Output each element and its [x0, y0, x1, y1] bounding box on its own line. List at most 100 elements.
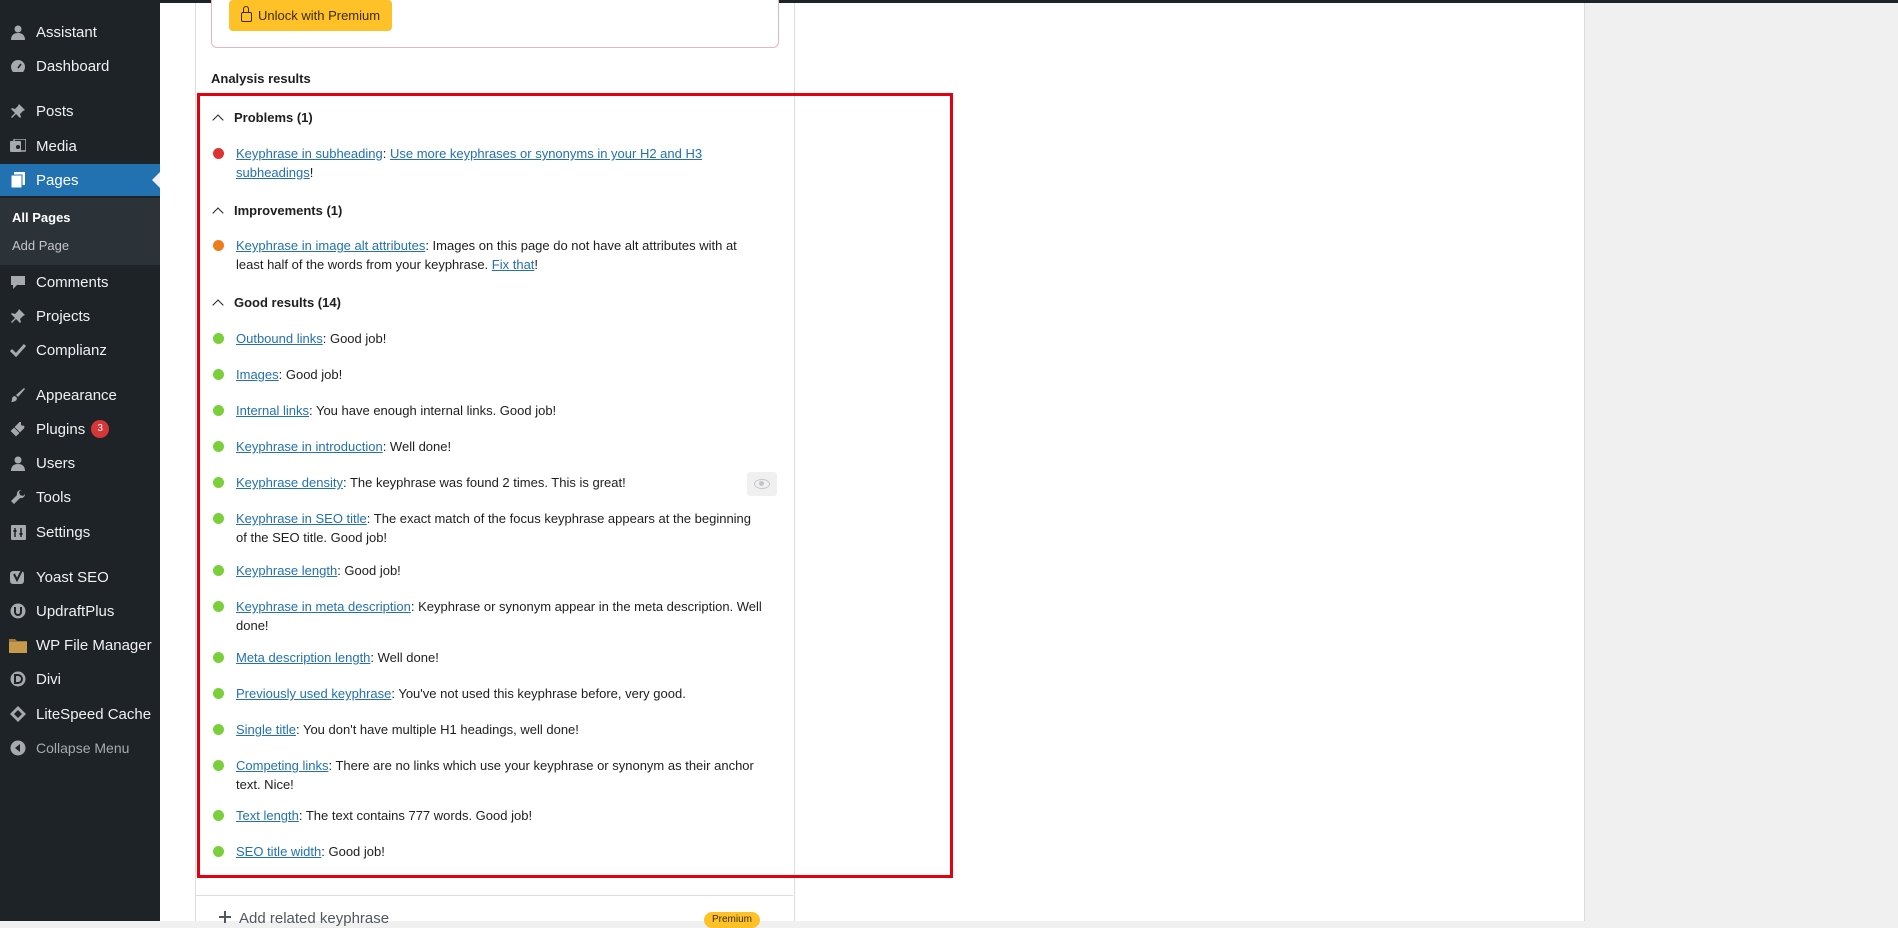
improvements-toggle[interactable]: Improvements (1)	[211, 203, 342, 219]
result-text: : Well done!	[370, 650, 439, 665]
sidebar-item-label: Settings	[36, 523, 91, 541]
sidebar-item-dashboard[interactable]: Dashboard	[0, 51, 160, 81]
result-text: : The keyphrase was found 2 times. This …	[342, 475, 626, 490]
result-link[interactable]: Keyphrase in meta description	[236, 599, 411, 614]
right-divider	[1584, 3, 1585, 921]
yoast-icon	[9, 568, 27, 586]
result-link[interactable]: Outbound links	[236, 331, 323, 346]
sidebar-item-users[interactable]: Users	[0, 448, 160, 478]
status-dot-green	[213, 601, 224, 612]
admin-sidebar: Assistant Dashboard Posts Media Pages Al…	[0, 3, 160, 921]
result-good: Keyphrase in SEO title: The exact match …	[213, 509, 763, 547]
result-good: Single title: You don't have multiple H1…	[213, 720, 763, 739]
result-link[interactable]: Internal links	[236, 403, 309, 418]
sidebar-item-litespeed-cache[interactable]: LiteSpeed Cache	[0, 699, 160, 729]
result-link[interactable]: Images	[236, 367, 279, 382]
sidebar-item-settings[interactable]: Settings	[0, 517, 160, 547]
result-link[interactable]: Meta description length	[236, 650, 370, 665]
collapse-icon	[9, 739, 27, 757]
status-dot-green	[213, 513, 224, 524]
status-dot-green	[213, 688, 224, 699]
result-link[interactable]: Keyphrase in introduction	[236, 439, 383, 454]
gauge-icon	[9, 57, 27, 75]
pin-icon	[9, 102, 27, 120]
pages-icon	[9, 171, 27, 189]
status-dot-green	[213, 477, 224, 488]
unlock-premium-button[interactable]: Unlock with Premium	[229, 0, 393, 31]
result-link[interactable]: SEO title width	[236, 844, 321, 859]
sidebar-item-label: Complianz	[36, 341, 107, 359]
result-link[interactable]: Previously used keyphrase	[236, 686, 391, 701]
premium-badge: Premium	[704, 912, 761, 928]
pages-submenu: All Pages Add Page	[0, 198, 160, 265]
submenu-all-pages[interactable]: All Pages	[12, 210, 71, 225]
add-related-keyphrase-button[interactable]: Add related keyphrase	[219, 910, 389, 927]
analysis-results-title: Analysis results	[211, 71, 311, 86]
collapse-menu-button[interactable]: Collapse Menu	[0, 733, 160, 763]
result-good: Text length: The text contains 777 words…	[213, 806, 763, 825]
sidebar-item-pages[interactable]: Pages	[0, 164, 160, 196]
sidebar-item-label: Dashboard	[36, 57, 110, 75]
problems-toggle[interactable]: Problems (1)	[211, 110, 313, 126]
sidebar-item-posts[interactable]: Posts	[0, 96, 160, 126]
sidebar-item-label: Comments	[36, 273, 109, 291]
result-link[interactable]: Text length	[236, 808, 299, 823]
fix-that-link[interactable]: Fix that	[492, 257, 535, 272]
highlight-keyphrase-button[interactable]	[747, 472, 777, 496]
person-icon	[9, 23, 27, 41]
result-end: !	[534, 257, 539, 272]
updraft-icon	[9, 602, 27, 620]
result-link[interactable]: Keyphrase in subheading	[236, 146, 383, 161]
sidebar-item-label: WP File Manager	[36, 636, 152, 654]
result-good: Meta description length: Well done!	[213, 648, 763, 667]
good-results-toggle[interactable]: Good results (14)	[211, 295, 341, 311]
sidebar-item-yoast-seo[interactable]: Yoast SEO	[0, 562, 160, 592]
check-icon	[9, 341, 27, 359]
sidebar-item-plugins[interactable]: Plugins 3	[0, 414, 160, 444]
sidebar-item-tools[interactable]: Tools	[0, 482, 160, 512]
sidebar-item-divi[interactable]: Divi	[0, 664, 160, 694]
plugins-update-badge: 3	[91, 420, 110, 438]
submenu-add-page[interactable]: Add Page	[12, 238, 69, 253]
result-link[interactable]: Single title	[236, 722, 296, 737]
result-good: Keyphrase in meta description: Keyphrase…	[213, 597, 763, 635]
sidebar-item-appearance[interactable]: Appearance	[0, 380, 160, 410]
result-link[interactable]: Keyphrase density	[236, 475, 343, 490]
result-link[interactable]: Keyphrase length	[236, 563, 337, 578]
sidebar-item-updraftplus[interactable]: UpdraftPlus	[0, 596, 160, 626]
sidebar-item-label: Posts	[36, 102, 74, 120]
sidebar-item-label: Divi	[36, 670, 61, 688]
sidebar-item-label: LiteSpeed Cache	[36, 705, 152, 723]
sidebar-item-label: Appearance	[36, 386, 117, 404]
premium-upsell-card: Unlock with Premium	[211, 0, 779, 48]
result-link[interactable]: Competing links	[236, 758, 329, 773]
sidebar-item-complianz[interactable]: Complianz	[0, 335, 160, 365]
sidebar-item-label: Plugins	[36, 420, 86, 438]
status-dot-green	[213, 441, 224, 452]
result-good: Keyphrase length: Good job!	[213, 561, 763, 580]
result-good: Outbound links: Good job!	[213, 329, 763, 348]
result-text: : Good job!	[337, 563, 401, 578]
result-text: : You have enough internal links. Good j…	[308, 403, 557, 418]
chevron-up-icon	[212, 206, 224, 219]
sidebar-item-assistant[interactable]: Assistant	[0, 17, 160, 47]
sidebar-item-label: Yoast SEO	[36, 568, 109, 586]
result-good: Keyphrase density: The keyphrase was fou…	[213, 473, 763, 492]
sidebar-item-label: Assistant	[36, 23, 97, 41]
sidebar-item-label: Collapse Menu	[36, 740, 130, 756]
sidebar-item-wp-file-manager[interactable]: WP File Manager	[0, 630, 160, 660]
sidebar-item-label: Projects	[36, 307, 91, 325]
result-good: SEO title width: Good job!	[213, 842, 763, 861]
plus-icon	[219, 910, 231, 927]
result-link[interactable]: Keyphrase in image alt attributes	[236, 238, 425, 253]
sidebar-item-label: UpdraftPlus	[36, 602, 115, 620]
result-link[interactable]: Keyphrase in SEO title	[236, 511, 367, 526]
sidebar-item-projects[interactable]: Projects	[0, 301, 160, 331]
wrench-icon	[9, 488, 27, 506]
related-keyphrase-divider	[195, 895, 793, 896]
comment-icon	[9, 273, 27, 291]
result-text: : You don't have multiple H1 headings, w…	[295, 722, 579, 737]
folder-icon	[9, 636, 27, 654]
sidebar-item-media[interactable]: Media	[0, 131, 160, 161]
sidebar-item-comments[interactable]: Comments	[0, 267, 160, 297]
